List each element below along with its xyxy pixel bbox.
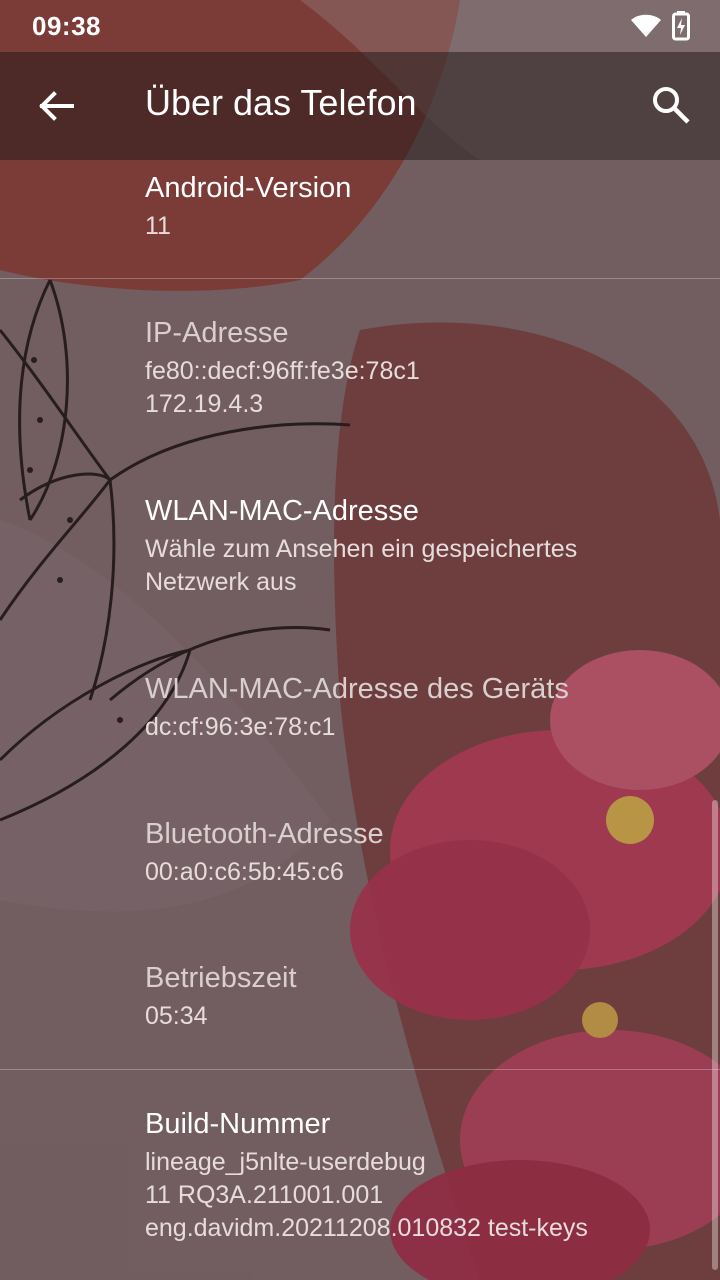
list-item-uptime[interactable]: Betriebszeit 05:34 <box>0 960 720 1033</box>
search-icon[interactable] <box>650 84 692 126</box>
item-value: eng.davidm.20211208.010832 test-keys <box>145 1214 588 1242</box>
app-bar: Über das Telefon <box>0 52 720 160</box>
divider <box>0 278 720 279</box>
battery-charging-icon <box>672 11 690 41</box>
item-label: WLAN-MAC-Adresse <box>145 495 419 527</box>
item-value: 05:34 <box>145 1002 208 1030</box>
scrollbar[interactable] <box>712 800 718 1270</box>
item-label: IP-Adresse <box>145 317 289 349</box>
item-value: dc:cf:96:3e:78:c1 <box>145 713 336 741</box>
list-item-ip-address[interactable]: IP-Adresse fe80::decf:96ff:fe3e:78c1 172… <box>0 315 720 421</box>
wifi-icon <box>631 14 661 37</box>
page-title: Über das Telefon <box>145 82 417 123</box>
list-item-device-wlan-mac[interactable]: WLAN-MAC-Adresse des Geräts dc:cf:96:3e:… <box>0 671 720 744</box>
status-icons <box>630 11 690 41</box>
item-value: Wähle zum Ansehen ein gespeichertes <box>145 535 578 563</box>
list-item-android-version[interactable]: Android-Version 11 <box>0 170 720 243</box>
item-label: Build-Nummer <box>145 1108 331 1140</box>
item-value: Netzwerk aus <box>145 568 297 596</box>
item-value: lineage_j5nlte-userdebug <box>145 1148 426 1176</box>
divider <box>0 1069 720 1070</box>
item-value: 172.19.4.3 <box>145 390 264 418</box>
item-label: Betriebszeit <box>145 962 297 994</box>
list-item-wlan-mac[interactable]: WLAN-MAC-Adresse Wähle zum Ansehen ein g… <box>0 493 720 599</box>
status-time: 09:38 <box>32 10 101 41</box>
item-value: 00:a0:c6:5b:45:c6 <box>145 858 344 886</box>
item-value: 11 RQ3A.211001.001 <box>145 1181 384 1209</box>
item-value: 11 <box>145 212 171 240</box>
list-item-bluetooth-address[interactable]: Bluetooth-Adresse 00:a0:c6:5b:45:c6 <box>0 816 720 889</box>
item-value: fe80::decf:96ff:fe3e:78c1 <box>145 357 420 385</box>
status-bar: 09:38 <box>0 0 720 52</box>
arrow-back-icon[interactable] <box>36 86 76 126</box>
list-item-build-number[interactable]: Build-Nummer lineage_j5nlte-userdebug 11… <box>0 1106 720 1245</box>
item-label: WLAN-MAC-Adresse des Geräts <box>145 673 569 705</box>
item-label: Bluetooth-Adresse <box>145 818 384 850</box>
item-label: Android-Version <box>145 172 352 204</box>
